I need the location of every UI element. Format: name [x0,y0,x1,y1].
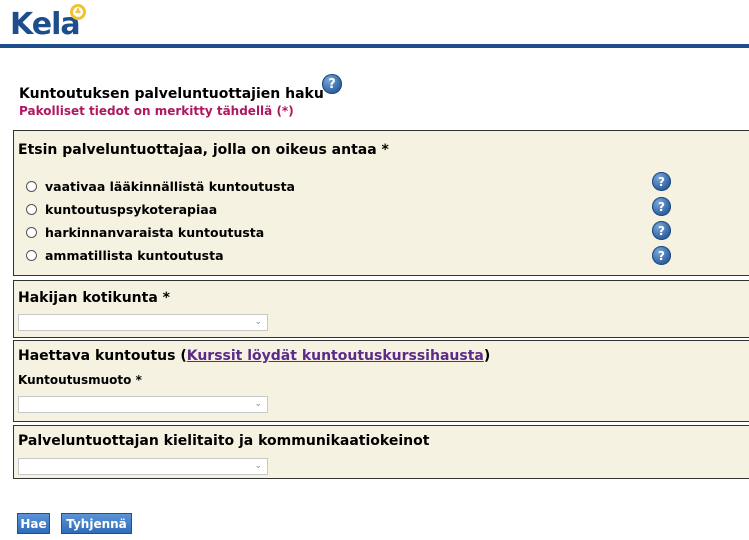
chevron-down-icon: ⌄ [254,399,262,409]
help-icon: ? [652,246,671,265]
site-header: Kela ♣ [0,0,749,48]
page-help-button[interactable]: ? [322,74,342,94]
option-label: vaativaa lääkinnällistä kuntoutusta [45,178,295,194]
help-icon: ? [652,172,671,191]
help-button-ammatillinen[interactable]: ? [652,246,671,265]
home-municipality-title: Hakijan kotikunta * [18,290,170,306]
option-psykoterapia[interactable]: kuntoutuspsykoterapiaa [26,200,217,218]
radio-button[interactable] [26,226,37,238]
option-harkinnanvarainen[interactable]: harkinnanvaraista kuntoutusta [26,223,264,241]
page-title: Kuntoutuksen palveluntuottajien haku [19,86,324,102]
option-label: ammatillista kuntoutusta [45,247,224,263]
search-button[interactable]: Hae [17,513,50,534]
chevron-down-icon: ⌄ [254,317,262,327]
language-select[interactable]: ⌄ [18,458,268,475]
radio-button[interactable] [26,203,37,215]
language-title: Palveluntuottajan kielitaito ja kommunik… [18,433,430,449]
help-icon: ? [322,74,342,94]
language-section: Palveluntuottajan kielitaito ja kommunik… [13,425,749,479]
option-label: harkinnanvaraista kuntoutusta [45,224,265,240]
provider-right-section: Etsin palveluntuottajaa, jolla on oikeus… [13,130,749,276]
radio-button[interactable] [26,180,37,192]
rehab-title: Haettava kuntoutus (Kurssit löydät kunto… [18,348,490,364]
provider-right-title: Etsin palveluntuottajaa, jolla on oikeus… [18,142,389,158]
option-label: kuntoutuspsykoterapiaa [45,201,218,217]
rehab-title-suffix: ) [483,348,491,364]
rehab-section: Haettava kuntoutus (Kurssit löydät kunto… [13,340,749,422]
home-municipality-select[interactable]: ⌄ [18,314,268,331]
help-icon: ? [652,197,671,216]
rehab-form-label: Kuntoutusmuoto * [18,373,142,387]
required-fields-note: Pakolliset tiedot on merkitty tähdellä (… [19,104,294,118]
clear-button[interactable]: Tyhjennä [61,513,132,534]
help-button-vaativa[interactable]: ? [652,172,671,191]
help-icon: ? [652,221,671,240]
home-municipality-section: Hakijan kotikunta * ⌄ [13,280,749,338]
rehab-form-select[interactable]: ⌄ [18,396,268,413]
option-vaativa[interactable]: vaativaa lääkinnällistä kuntoutusta [26,177,295,195]
kela-logo-mark-icon: ♣ [70,4,86,20]
rehab-title-prefix: Haettava kuntoutus ( [18,348,187,364]
course-search-link[interactable]: Kurssit löydät kuntoutuskurssihausta [187,348,484,364]
help-button-harkinnanvarainen[interactable]: ? [652,221,671,240]
chevron-down-icon: ⌄ [254,461,262,471]
header-divider [0,44,749,48]
option-ammatillinen[interactable]: ammatillista kuntoutusta [26,246,224,264]
help-button-psykoterapia[interactable]: ? [652,197,671,216]
radio-button[interactable] [26,249,37,261]
